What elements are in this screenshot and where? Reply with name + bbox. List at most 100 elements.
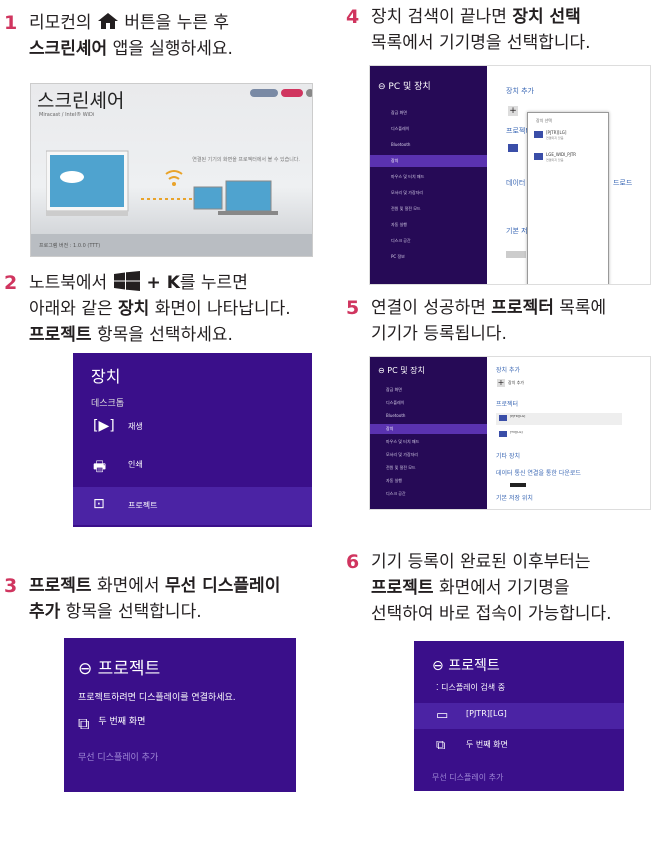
menu-item[interactable]: 디스플레이 (386, 400, 404, 406)
registered-device[interactable]: [TV][LG] (496, 429, 622, 441)
connect-pill (281, 89, 303, 97)
menu-item[interactable]: 잠금 화면 (386, 387, 402, 393)
second-screen-item[interactable]: ⧉ 두 번째 화면 (414, 733, 624, 759)
item-label: 인쇄 (128, 460, 143, 469)
menu-item[interactable]: Bluetooth (391, 142, 410, 147)
play-item[interactable]: [▶] 재생 (73, 413, 312, 443)
registered-device[interactable]: [PJTR][LG] (496, 413, 622, 425)
step-6: 6 기기 등록이 완료된 이후부터는 프로젝트 화면에서 기기명을 선택하여 바… (346, 549, 612, 627)
back-icon[interactable]: ⊖ (432, 658, 444, 674)
sidebar-title: ⊖ PC 및 장치 (378, 82, 431, 92)
device-status: 연결되지 않음 (546, 136, 564, 140)
step-text: 장치 검색이 끝나면 (371, 7, 513, 27)
devices-illustration (46, 150, 278, 216)
monitor-icon (534, 153, 543, 160)
step-number: 5 (346, 297, 360, 319)
project-panel-registered: ⊖ 프로젝트 ⁚ 디스플레이 검색 중 ▭ [PJTR][LG] ⧉ 두 번째 … (414, 641, 624, 791)
device-name: LGE_WIDI_PJTR (546, 152, 577, 157)
menu-item[interactable]: 전원 및 절전 모드 (386, 465, 416, 471)
back-icon[interactable]: ⊖ (378, 366, 385, 375)
step-text: 화면에서 기기명을 (433, 578, 570, 598)
back-icon[interactable]: ⊖ (378, 82, 386, 92)
step-text-bold: + K (140, 273, 180, 293)
close-icon (306, 89, 312, 97)
print-item[interactable]: 🖶 인쇄 (73, 451, 312, 481)
menu-item[interactable]: 디스플레이 (391, 126, 409, 132)
menu-item[interactable]: 전원 및 절전 모드 (391, 206, 421, 212)
menu-item-selected[interactable]: 장치 (370, 155, 487, 167)
menu-item[interactable]: 디스크 공간 (386, 491, 406, 497)
menu-item[interactable]: 마우스 및 터치 패드 (386, 439, 419, 445)
add-wireless-display[interactable]: 무선 디스플레이 추가 (432, 772, 503, 783)
search-status: ⁚ 디스플레이 검색 중 (436, 683, 506, 692)
step-number: 2 (4, 272, 18, 294)
devices-charm-panel: 장치 데스크톱 [▶] 재생 🖶 인쇄 ⊡ 프로젝트 (73, 353, 312, 527)
menu-item[interactable]: Bluetooth (386, 413, 405, 418)
project-header[interactable]: ⊖ 프로젝트 (432, 655, 500, 675)
second-screen-icon: ⧉ (78, 714, 90, 733)
item-label: 두 번째 화면 (466, 740, 508, 749)
step-text-bold: 무선 디스플레이 (164, 576, 281, 596)
add-device-button[interactable]: 장치 추가 (508, 380, 524, 386)
add-icon[interactable]: + (508, 106, 518, 116)
device-name: [PJTR][LG] (510, 414, 526, 418)
menu-item[interactable]: 잠금 화면 (391, 110, 407, 116)
monitor-icon: ▭ (436, 708, 449, 723)
second-screen-item[interactable]: ⧉ 두 번째 화면 (78, 714, 145, 734)
project-instruction: 프로젝트하려면 디스플레이를 연결하세요. (78, 693, 236, 703)
step-text-bold: 프로젝트 (29, 325, 92, 345)
add-wireless-display[interactable]: 무선 디스플레이 추가 (78, 750, 158, 763)
step-text: 기기가 등록됩니다. (371, 324, 507, 344)
step-text: 연결이 성공하면 (371, 298, 492, 318)
settings-sidebar: ⊖ PC 및 장치 잠금 화면 디스플레이 Bluetooth 장치 마우스 및… (370, 66, 487, 284)
toggle-switch[interactable] (510, 483, 526, 487)
pc-settings-registered-screenshot: ⊖ PC 및 장치 잠금 화면 디스플레이 Bluetooth 장치 마우스 및… (369, 356, 651, 510)
step-text: 목록에서 기기명을 선택합니다. (371, 33, 591, 53)
windows-icon (113, 271, 141, 291)
project-header[interactable]: ⊖ 프로젝트 (78, 654, 160, 679)
step-text: 항목을 선택하세요. (91, 325, 233, 345)
popup-title: 장치 선택 (536, 118, 552, 123)
device-status: 연결되지 않음 (546, 158, 564, 162)
panel-section: 데스크톱 (91, 399, 125, 409)
data-heading-tail: 드로드 (613, 179, 633, 187)
monitor-icon (499, 431, 507, 437)
monitor-icon (508, 144, 518, 152)
add-icon[interactable]: + (497, 379, 505, 387)
menu-item[interactable]: 자동 실행 (386, 478, 402, 484)
device-option[interactable]: [PJTR][LG] 연결되지 않음 (534, 129, 606, 143)
back-icon[interactable]: ⊖ (78, 659, 92, 679)
play-icon: [▶] (93, 418, 115, 434)
second-screen-icon: ⧉ (436, 738, 446, 753)
pc-settings-screenshot: ⊖ PC 및 장치 잠금 화면 디스플레이 Bluetooth 장치 마우스 및… (369, 65, 651, 285)
item-label: 재생 (128, 422, 143, 431)
step-text-bold: 추가 (29, 602, 61, 622)
home-icon (97, 12, 119, 30)
project-icon: ⊡ (93, 496, 105, 512)
data-download-heading: 데이터 통신 연결을 통한 다운로드 (496, 470, 581, 477)
step-text-bold: 프로젝트 (29, 576, 92, 596)
step-text: 리모컨의 (29, 13, 97, 33)
menu-item[interactable]: 디스크 공간 (391, 238, 411, 244)
device-option[interactable]: LGE_WIDI_PJTR 연결되지 않음 (534, 151, 606, 165)
save-button[interactable] (506, 251, 526, 258)
app-version: 프로그램 버전 : 1.0.0 (TTT) (39, 243, 101, 249)
menu-item-selected[interactable]: 장치 (370, 424, 487, 434)
step-text: 선택하여 바로 접속이 가능합니다. (371, 604, 612, 624)
step-text: 를 누르면 (179, 273, 248, 293)
step-number: 4 (346, 6, 360, 28)
app-title: 스크린셰어 (37, 90, 125, 112)
add-device-heading: 장치 추가 (506, 87, 534, 95)
step-text: 목록에 (553, 298, 607, 318)
step-text: 앱을 실행하세요. (107, 39, 233, 59)
device-item[interactable]: ▭ [PJTR][LG] (414, 703, 624, 729)
menu-item[interactable]: PC 정보 (391, 254, 405, 260)
data-heading: 데이터 (506, 179, 526, 187)
menu-item[interactable]: 마우스 및 터치 패드 (391, 174, 424, 180)
step-text: 버튼을 누른 후 (118, 13, 230, 33)
basic-heading: 기본 저 (506, 227, 528, 235)
menu-item[interactable]: 모서리 및 가장자리 (386, 452, 418, 458)
menu-item[interactable]: 자동 실행 (391, 222, 407, 228)
menu-item[interactable]: 모서리 및 가장자리 (391, 190, 423, 196)
project-item[interactable]: ⊡ 프로젝트 (73, 487, 312, 525)
